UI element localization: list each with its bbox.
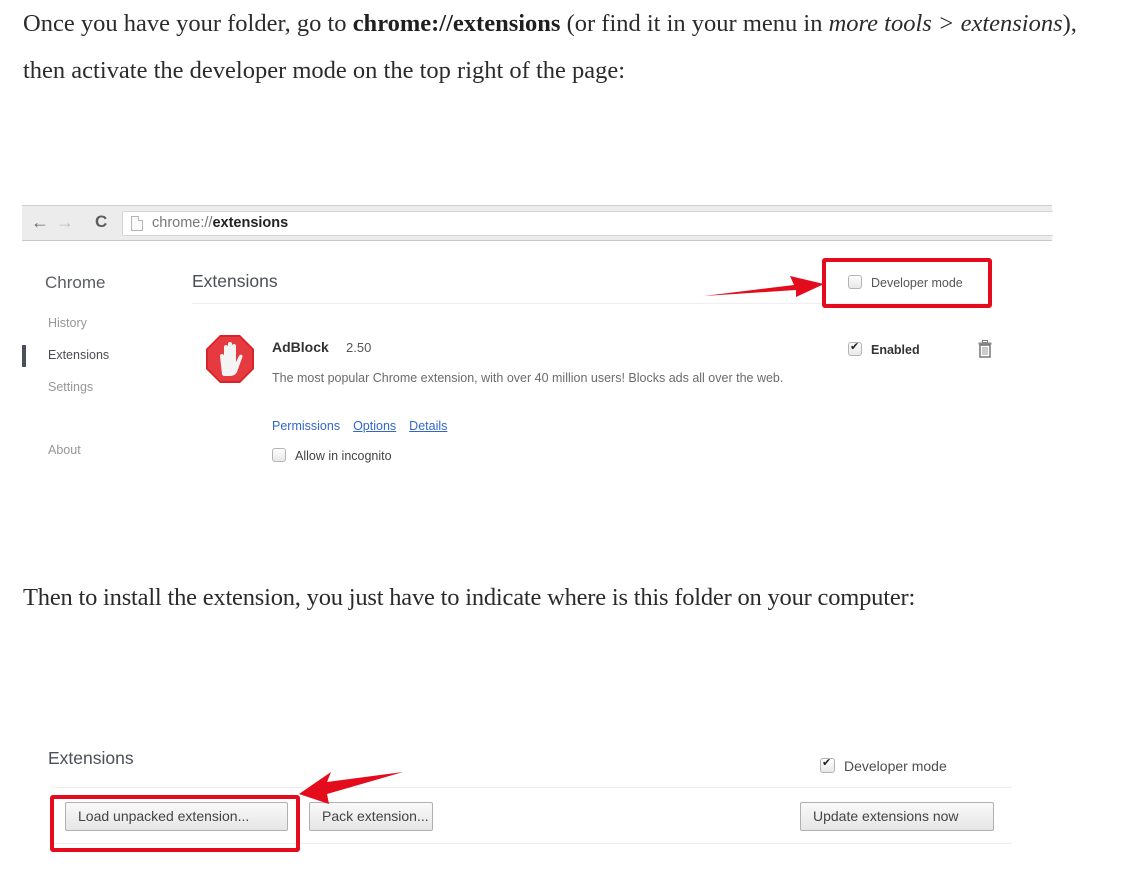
extension-version: 2.50 <box>346 340 372 355</box>
page-title: Extensions <box>192 271 278 291</box>
annotation-arrow-icon <box>299 772 403 804</box>
reload-icon[interactable]: C <box>95 211 107 233</box>
developer-mode-toggle[interactable]: Developer mode <box>820 756 947 774</box>
paragraph-text: Once you have your folder, go to <box>23 10 353 37</box>
address-bar[interactable]: chrome://extensions <box>122 211 1053 236</box>
sidebar-title: Chrome <box>45 273 106 292</box>
annotation-arrow-icon <box>704 276 824 297</box>
annotation-highlight-box <box>822 258 992 308</box>
developer-mode-screenshot: Extensions Developer mode Load unpacked … <box>22 735 1022 880</box>
menu-path-text: more tools > extensions <box>828 10 1063 37</box>
allow-incognito-toggle[interactable]: Allow in incognito <box>272 448 392 463</box>
sidebar-item-history[interactable]: History <box>48 316 87 330</box>
extension-name: AdBlock <box>272 339 329 355</box>
url-host: extensions <box>212 215 289 231</box>
trash-icon[interactable] <box>978 340 992 358</box>
back-arrow-icon[interactable]: ← <box>31 211 49 233</box>
extension-description: The most popular Chrome extension, with … <box>272 371 784 385</box>
enabled-toggle[interactable]: Enabled <box>848 340 920 357</box>
url-scheme: chrome:// <box>152 215 213 231</box>
enabled-checkbox[interactable] <box>848 340 862 356</box>
enabled-label: Enabled <box>871 343 920 357</box>
browser-toolbar: ← → C chrome://extensions <box>22 205 1053 241</box>
divider <box>52 787 1012 788</box>
instruction-paragraph-2: Then to install the extension, you just … <box>23 584 916 611</box>
annotation-highlight-box <box>50 795 300 852</box>
adblock-stop-hand-icon <box>206 335 254 383</box>
allow-incognito-checkbox[interactable] <box>272 448 286 462</box>
sidebar-active-indicator <box>22 345 26 367</box>
developer-mode-checkbox[interactable] <box>820 756 835 773</box>
sidebar-item-about[interactable]: About <box>48 443 81 457</box>
details-link[interactable]: Details <box>409 419 447 433</box>
permissions-link[interactable]: Permissions <box>272 419 340 433</box>
developer-mode-label: Developer mode <box>844 758 947 774</box>
url-text: chrome://extensions <box>152 215 288 231</box>
page-icon <box>131 216 143 231</box>
chrome-extensions-screenshot: ← → C chrome://extensions Chrome History… <box>22 205 1053 475</box>
page-title: Extensions <box>48 748 134 768</box>
chrome-extensions-url-text: chrome://extensions <box>352 10 561 37</box>
instruction-paragraph-1: Once you have your folder, go to chrome:… <box>23 0 1083 94</box>
sidebar-item-extensions[interactable]: Extensions <box>48 348 109 362</box>
allow-incognito-label: Allow in incognito <box>295 449 392 463</box>
extension-links: Permissions Options Details <box>272 419 460 433</box>
forward-arrow-icon[interactable]: → <box>56 211 74 233</box>
paragraph-text: (or find it in your menu in <box>560 10 829 37</box>
update-extensions-now-button[interactable]: Update extensions now <box>800 802 994 831</box>
options-link[interactable]: Options <box>353 419 396 433</box>
sidebar-item-settings[interactable]: Settings <box>48 380 93 394</box>
